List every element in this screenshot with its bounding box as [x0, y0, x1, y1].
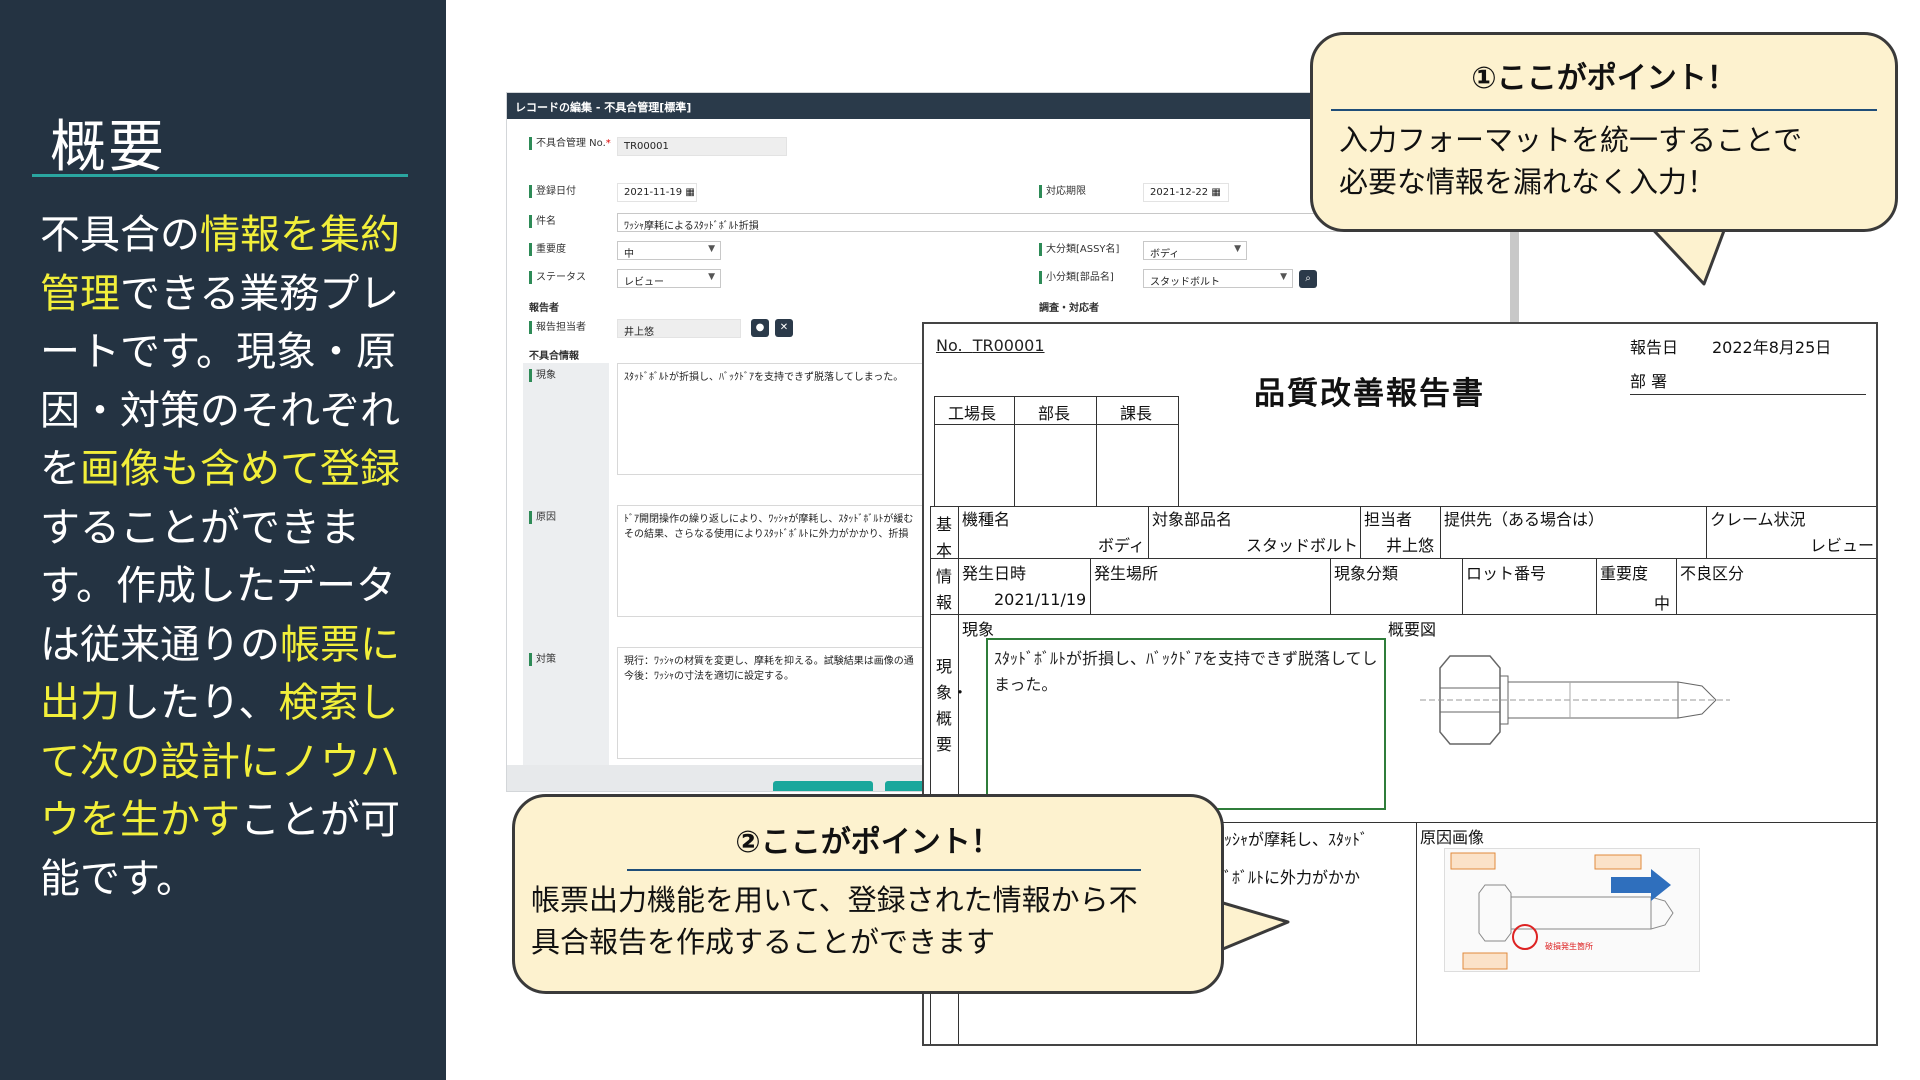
summary-title: 概要 [50, 115, 166, 180]
model-label: 機種名 [962, 510, 1011, 529]
supplier-label: 提供先（ある場合は） [1444, 510, 1605, 529]
chevron-down-icon: ▼ [708, 244, 715, 254]
section-reporter: 報告者 [529, 303, 559, 314]
calendar-icon[interactable]: ▦ [685, 187, 694, 198]
approval-section-head: 課長 [1120, 404, 1153, 423]
field-label-cause: 原因 [529, 511, 556, 524]
dept-underline [1630, 394, 1866, 395]
field-label-phenomenon: 現象 [529, 369, 556, 382]
field-label-due: 対応期限 [1039, 185, 1086, 198]
user-icon[interactable]: ● [751, 319, 769, 337]
severity-label: 重要度 [1600, 564, 1649, 583]
approval-factory-manager: 工場長 [948, 404, 997, 423]
occur-date-label: 発生日時 [962, 564, 1027, 583]
field-label-reporter: 報告担当者 [529, 321, 586, 334]
major-class-select[interactable]: ボディ ▼ [1143, 241, 1247, 260]
part-label: 対象部品名 [1152, 510, 1233, 529]
label-column [523, 363, 609, 767]
callout2-title: ②ここがポイント！ [735, 825, 1001, 860]
model-value: ボディ [1098, 536, 1145, 555]
occur-place-label: 発生場所 [1094, 564, 1159, 583]
field-label-severity: 重要度 [529, 243, 566, 256]
callout2-body: 帳票出力機能を用いて、登録された情報から不 具合報告を作成することができます [531, 879, 1138, 963]
severity-select[interactable]: 中 ▼ [617, 241, 721, 260]
status-select[interactable]: レビュー ▼ [617, 269, 721, 288]
callout1-title: ①ここがポイント！ [1471, 61, 1737, 96]
field-label-reg-date: 登録日付 [529, 185, 576, 198]
occur-date-value: 2021/11/19 [994, 590, 1087, 609]
phenomenon-box: ｽﾀｯﾄﾞﾎﾞﾙﾄが折損し、ﾊﾞｯｸﾄﾞｱを支持できず脱落してしまった。 [986, 638, 1386, 810]
claim-value: レビュー [1810, 536, 1875, 555]
cause-bolt-image [1450, 852, 1674, 970]
chevron-down-icon: ▼ [1280, 272, 1287, 282]
summary-text: 不具合の [40, 212, 200, 258]
part-value: スタッドボルト [1246, 536, 1359, 555]
field-label-no: 不具合管理 No.* [529, 137, 611, 150]
callout1-body: 入力フォーマットを統一することで 必要な情報を漏れなく入力！ [1339, 119, 1802, 203]
phenomenon-text: ｽﾀｯﾄﾞﾎﾞﾙﾄが折損し、ﾊﾞｯｸﾄﾞｱを支持できず脱落してしまった。 [994, 649, 1378, 694]
record-no-field[interactable]: TR00001 [617, 137, 787, 156]
failure-point-note: 破損発生箇所 [1545, 942, 1593, 951]
summary-highlight: 画像も含めて登録 [80, 446, 400, 492]
reporter-field[interactable]: 井上悠 [617, 319, 741, 338]
summary-text: したり、 [120, 680, 279, 726]
report-date: 2022年8月25日 [1712, 338, 1832, 357]
callout2-line: 具合報告を作成することができます [531, 925, 996, 959]
summary-body: 不具合の情報を集約管理できる業務プレートです。現象・原因・対策のそれぞれを画像も… [40, 206, 400, 908]
basic-info-label: 基本情報 [936, 515, 953, 612]
phenomenon-class-label: 現象分類 [1334, 564, 1399, 583]
summary-title-rule [32, 174, 408, 177]
report-number: No. TR00001 [936, 336, 1045, 355]
lot-number-label: ロット番号 [1466, 564, 1547, 583]
field-label-minor: 小分類[部品名] [1039, 271, 1114, 284]
reg-date-input[interactable]: 2021-11-19 ▦ [617, 183, 697, 202]
report-date-label: 報告日 [1630, 338, 1679, 357]
clear-icon[interactable]: ✕ [775, 319, 793, 337]
defect-class-label: 不良区分 [1680, 564, 1745, 583]
callout2-rule [627, 869, 1141, 871]
due-date-input[interactable]: 2021-12-22 ▦ [1143, 183, 1229, 202]
phenomenon-side-label: 現象・概要 [936, 657, 969, 754]
field-label-measure: 対策 [529, 653, 556, 666]
chevron-down-icon: ▼ [708, 272, 715, 282]
phenomenon-label: 現象 [962, 620, 995, 639]
cause-image-label: 原因画像 [1420, 828, 1485, 847]
field-label-status: ステータス [529, 271, 586, 284]
report-title: 品質改善報告書 [1254, 376, 1485, 412]
cause-image: 破損発生箇所 [1444, 848, 1700, 972]
field-label-major: 大分類[ASSY名] [1039, 243, 1119, 256]
callout1-rule [1331, 109, 1877, 111]
report-dept-label: 部 署 [1630, 372, 1668, 391]
summary-panel: 概要 不具合の情報を集約管理できる業務プレートです。現象・原因・対策のそれぞれを… [0, 0, 446, 1080]
callout-point-2: ②ここがポイント！ 帳票出力機能を用いて、登録された情報から不 具合報告を作成す… [512, 794, 1224, 994]
search-icon[interactable]: ⌕ [1299, 270, 1317, 288]
approval-department-head: 部長 [1038, 404, 1071, 423]
callout1-line: 必要な情報を漏れなく入力！ [1339, 165, 1717, 199]
claim-label: クレーム状況 [1710, 510, 1806, 529]
callout2-line: 帳票出力機能を用いて、登録された情報から不 [531, 883, 1138, 917]
calendar-icon[interactable]: ▦ [1211, 187, 1220, 198]
section-investigator: 調査・対応者 [1039, 303, 1099, 314]
minor-class-select[interactable]: スタッドボルト ▼ [1143, 269, 1293, 288]
person-value: 井上悠 [1386, 536, 1435, 555]
section-defect-info: 不具合情報 [529, 351, 579, 362]
severity-value: 中 [1654, 594, 1671, 613]
bolt-drawing [1420, 655, 1730, 745]
person-label: 担当者 [1364, 510, 1413, 529]
field-label-subject: 件名 [529, 215, 556, 228]
callout1-line: 入力フォーマットを統一することで [1339, 123, 1803, 157]
cause-fragment: ﾞﾎﾞﾙﾄに外力がかか [1224, 868, 1361, 887]
chevron-down-icon: ▼ [1234, 244, 1241, 254]
save-button[interactable] [773, 781, 873, 791]
callout-point-1: ①ここがポイント！ 入力フォーマットを統一することで 必要な情報を漏れなく入力！ [1310, 32, 1898, 232]
cause-fragment: ｯｼｬが摩耗し、ｽﾀｯﾄﾞ [1224, 830, 1369, 849]
